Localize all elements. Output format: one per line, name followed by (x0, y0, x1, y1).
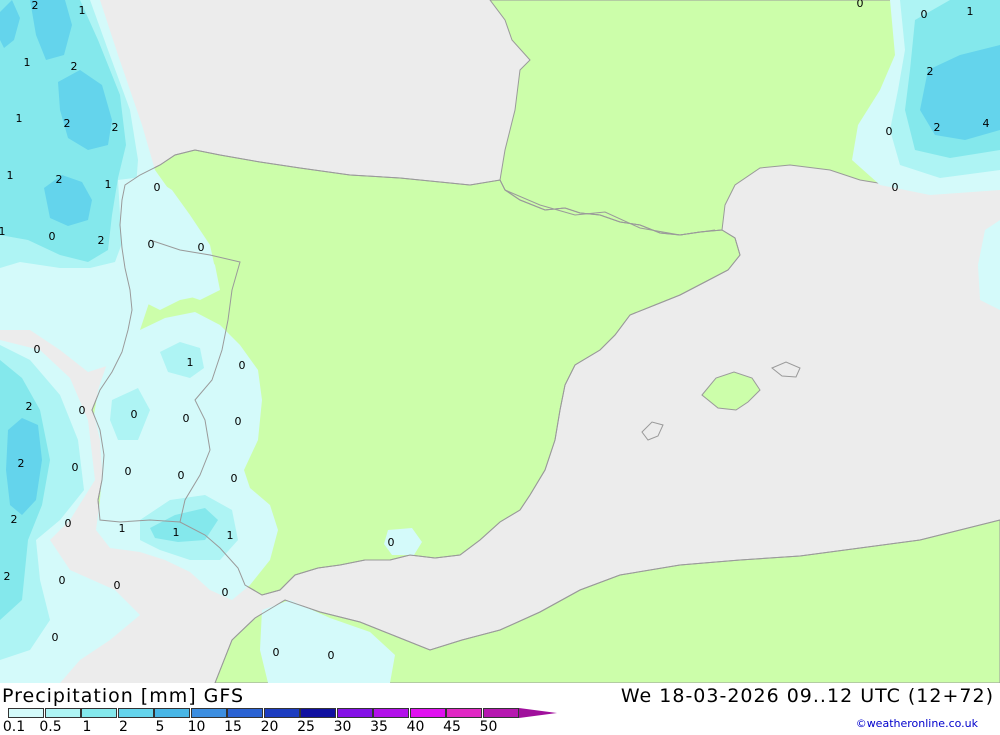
map-title: Precipitation [mm] GFS (2, 685, 245, 707)
contour-label: 0 (235, 415, 242, 428)
legend-swatch (409, 708, 446, 718)
legend-swatch (44, 708, 81, 718)
contour-label: 0 (65, 517, 72, 530)
contour-label: 2 (11, 513, 18, 526)
contour-label: 0 (125, 465, 132, 478)
contour-label: 2 (934, 121, 941, 134)
contour-label: 0 (273, 646, 280, 659)
contour-label: 0 (52, 631, 59, 644)
contour-label: 1 (7, 169, 14, 182)
legend-swatch (300, 708, 336, 718)
contour-label: 1 (16, 112, 23, 125)
contour-label: 2 (98, 234, 105, 247)
contour-label: 0 (114, 579, 121, 592)
contour-label: 0 (178, 469, 185, 482)
legend-swatch (263, 708, 300, 718)
valid-time: We 18-03-2026 09..12 UTC (12+72) (620, 685, 994, 707)
contour-label: 0 (34, 343, 41, 356)
legend-swatch (117, 708, 154, 718)
contour-label: 0 (886, 125, 893, 138)
contour-label: 0 (72, 461, 79, 474)
contour-label: 0 (921, 8, 928, 21)
map-footer: Precipitation [mm] GFS We 18-03-2026 09.… (0, 683, 1000, 735)
contour-label: 0 (239, 359, 246, 372)
contour-label: 1 (0, 225, 6, 238)
contour-label: 1 (187, 356, 194, 369)
contour-label: 2 (32, 0, 39, 12)
contour-label: 0 (59, 574, 66, 587)
contour-label: 0 (198, 241, 205, 254)
contour-label: 1 (79, 4, 86, 17)
legend-swatch (81, 708, 117, 718)
contour-label: 1 (24, 56, 31, 69)
contour-label: 0 (222, 586, 229, 599)
legend-swatch (8, 708, 44, 718)
contour-label: 0 (183, 412, 190, 425)
legend-arrow (519, 708, 557, 718)
legend-swatch (446, 708, 482, 718)
contour-label: 1 (173, 526, 180, 539)
credit-link[interactable]: ©weatheronline.co.uk (856, 717, 978, 730)
contour-label: 0 (131, 408, 138, 421)
contour-label: 2 (18, 457, 25, 470)
contour-label: 2 (112, 121, 119, 134)
contour-label: 2 (927, 65, 934, 78)
contour-label: 2 (4, 570, 11, 583)
contour-label: 0 (857, 0, 864, 10)
contour-label: 0 (388, 536, 395, 549)
contour-label: 0 (231, 472, 238, 485)
contour-label: 2 (56, 173, 63, 186)
contour-label: 0 (892, 181, 899, 194)
legend-swatch (336, 708, 373, 718)
legend-swatch (190, 708, 227, 718)
map-svg: 2 1 1 2 1 2 2 1 2 1 0 1 0 2 0 0 0 1 0 2 … (0, 0, 1000, 684)
contour-label: 0 (49, 230, 56, 243)
contour-label: 0 (154, 181, 161, 194)
legend-swatch (227, 708, 263, 718)
contour-label: 0 (79, 404, 86, 417)
contour-label: 4 (983, 117, 990, 130)
legend-swatch (482, 708, 519, 718)
contour-label: 2 (64, 117, 71, 130)
legend-swatch (154, 708, 190, 718)
contour-label: 1 (119, 522, 126, 535)
precipitation-map: 2 1 1 2 1 2 2 1 2 1 0 1 0 2 0 0 0 1 0 2 … (0, 0, 1000, 684)
contour-label: 0 (148, 238, 155, 251)
contour-label: 1 (967, 5, 974, 18)
contour-label: 2 (26, 400, 33, 413)
contour-label: 1 (105, 178, 112, 191)
contour-label: 1 (227, 529, 234, 542)
contour-label: 0 (328, 649, 335, 662)
legend-swatch (373, 708, 409, 718)
contour-label: 2 (71, 60, 78, 73)
